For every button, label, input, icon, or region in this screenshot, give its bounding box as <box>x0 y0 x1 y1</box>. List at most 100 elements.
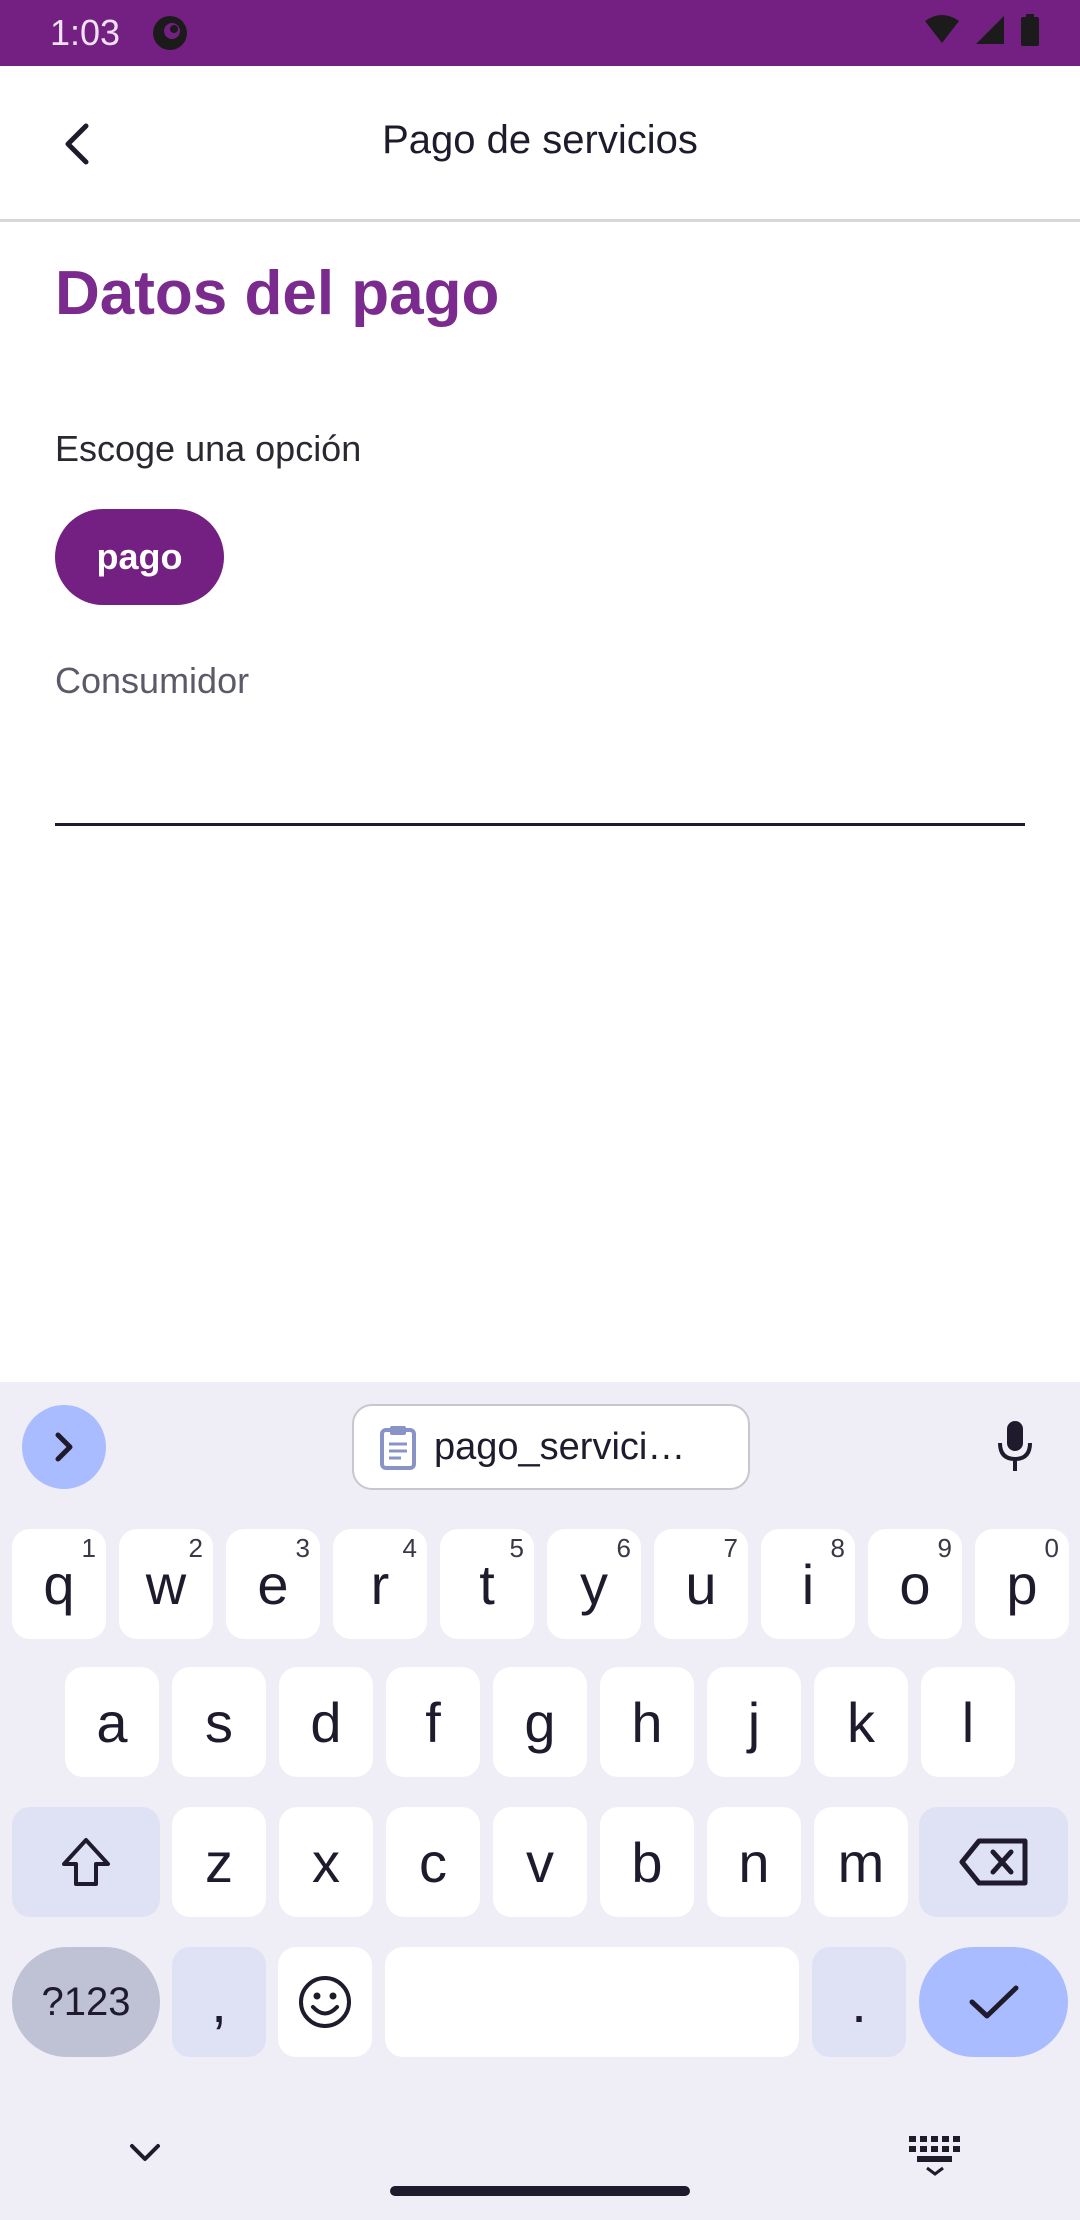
key-label: d <box>310 1690 342 1754</box>
app-bar: Pago de servicios <box>0 66 1080 222</box>
key-label: s <box>205 1690 233 1754</box>
key-hint: 1 <box>81 1533 96 1563</box>
battery-icon <box>1021 14 1039 46</box>
chevron-down-icon[interactable] <box>120 2128 170 2178</box>
checkmark-icon <box>969 1985 1018 2019</box>
key-label: k <box>847 1690 875 1754</box>
key-label: e <box>257 1552 289 1616</box>
key-x[interactable]: x <box>279 1807 373 1917</box>
keyboard-toolbar: pago_servici… <box>0 1382 1080 1508</box>
consumer-input[interactable] <box>55 700 1025 826</box>
key-label: x <box>312 1830 340 1894</box>
key-a[interactable]: a <box>65 1667 159 1777</box>
key-hint: 0 <box>1044 1533 1059 1563</box>
key-b[interactable]: b <box>600 1807 694 1917</box>
keyboard-expand-button[interactable] <box>22 1405 106 1489</box>
key-k[interactable]: k <box>814 1667 908 1777</box>
key-p[interactable]: p0 <box>975 1529 1069 1639</box>
key-label: q <box>43 1552 75 1616</box>
key-hint: 5 <box>509 1533 524 1563</box>
key-label: w <box>145 1552 187 1616</box>
key-m[interactable]: m <box>814 1807 908 1917</box>
key-d[interactable]: d <box>279 1667 373 1777</box>
key-r[interactable]: r4 <box>333 1529 427 1639</box>
app-icon <box>153 16 187 50</box>
key-hint: 6 <box>616 1533 631 1563</box>
key-hint: 7 <box>723 1533 738 1563</box>
key-t[interactable]: t5 <box>440 1529 534 1639</box>
period-key[interactable]: . <box>812 1947 906 2057</box>
emoji-key[interactable] <box>278 1947 372 2057</box>
microphone-icon <box>998 1421 1032 1471</box>
comma-key[interactable]: , <box>172 1947 266 2057</box>
status-icons <box>924 14 1040 46</box>
shift-icon <box>62 1838 110 1886</box>
key-label: l <box>961 1690 975 1754</box>
signal-icon <box>976 16 1004 44</box>
key-label: y <box>580 1552 608 1616</box>
key-i[interactable]: i8 <box>761 1529 855 1639</box>
enter-key[interactable] <box>919 1947 1068 2057</box>
section-title: Datos del pago <box>55 259 500 328</box>
chevron-right-icon <box>55 1432 73 1462</box>
key-hint: 8 <box>830 1533 845 1563</box>
key-q[interactable]: q1 <box>12 1529 106 1639</box>
clipboard-icon <box>380 1426 416 1470</box>
key-y[interactable]: y6 <box>547 1529 641 1639</box>
key-j[interactable]: j <box>707 1667 801 1777</box>
emoji-icon <box>299 1976 351 2028</box>
key-label: g <box>524 1690 556 1754</box>
clipboard-suggestion[interactable]: pago_servici… <box>352 1404 750 1490</box>
key-label: n <box>738 1830 770 1894</box>
key-label: r <box>370 1552 390 1616</box>
option-chip-pago[interactable]: pago <box>55 509 224 605</box>
keyboard-bottom-bar <box>0 2108 1080 2220</box>
key-n[interactable]: n <box>707 1807 801 1917</box>
keyboard-switch-icon[interactable] <box>905 2128 965 2178</box>
key-e[interactable]: e3 <box>226 1529 320 1639</box>
key-label: v <box>526 1830 554 1894</box>
key-label: m <box>837 1830 885 1894</box>
home-indicator <box>390 2186 690 2196</box>
key-u[interactable]: u7 <box>654 1529 748 1639</box>
key-label: p <box>1006 1552 1038 1616</box>
key-l[interactable]: l <box>921 1667 1015 1777</box>
wifi-icon <box>925 15 959 43</box>
key-hint: 4 <box>402 1533 417 1563</box>
key-o[interactable]: o9 <box>868 1529 962 1639</box>
key-s[interactable]: s <box>172 1667 266 1777</box>
key-label: h <box>631 1690 663 1754</box>
page-title: Pago de servicios <box>382 118 698 162</box>
key-label: i <box>801 1552 815 1616</box>
key-w[interactable]: w2 <box>119 1529 213 1639</box>
shift-key[interactable] <box>12 1807 160 1917</box>
key-z[interactable]: z <box>172 1807 266 1917</box>
key-label: b <box>631 1830 663 1894</box>
key-g[interactable]: g <box>493 1667 587 1777</box>
soft-keyboard: pago_servici… q1w2e3r4t5y6u7i8o9p0asdfgh… <box>0 1382 1080 2220</box>
key-label: j <box>747 1690 761 1754</box>
key-label: z <box>205 1830 233 1894</box>
key-f[interactable]: f <box>386 1667 480 1777</box>
status-bar: 1:03 <box>0 0 1080 66</box>
key-label: u <box>685 1552 717 1616</box>
consumer-field-label: Consumidor <box>55 660 250 701</box>
key-c[interactable]: c <box>386 1807 480 1917</box>
symbols-key[interactable]: ?123 <box>12 1947 160 2057</box>
key-h[interactable]: h <box>600 1667 694 1777</box>
backspace-key[interactable] <box>919 1807 1068 1917</box>
key-hint: 2 <box>188 1533 203 1563</box>
status-time: 1:03 <box>50 12 121 53</box>
backspace-icon <box>959 1838 1027 1886</box>
option-label: Escoge una opción <box>55 428 362 469</box>
key-v[interactable]: v <box>493 1807 587 1917</box>
key-label: o <box>899 1552 931 1616</box>
clipboard-text: pago_servici… <box>434 1425 686 1468</box>
key-label: c <box>419 1830 447 1894</box>
key-hint: 9 <box>937 1533 952 1563</box>
key-label: t <box>479 1552 495 1616</box>
key-label: f <box>425 1690 441 1754</box>
space-key[interactable] <box>385 1947 799 2057</box>
key-hint: 3 <box>295 1533 310 1563</box>
voice-input-button[interactable] <box>980 1412 1050 1482</box>
